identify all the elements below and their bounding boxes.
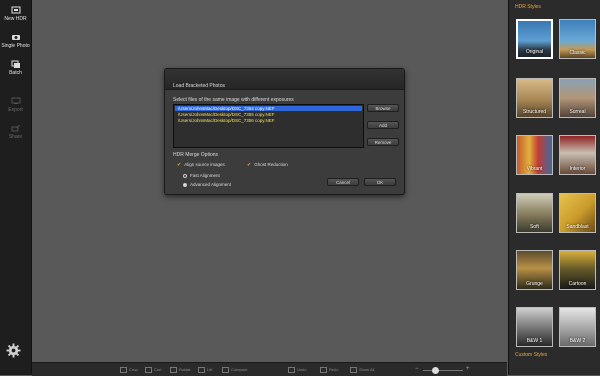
redo-button[interactable]: Redo: [320, 367, 339, 373]
ghost-reduction-checkbox[interactable]: ✔ Ghost Reduction: [247, 162, 288, 168]
style-thumb-structured[interactable]: Structured: [516, 78, 553, 118]
ok-button[interactable]: OK: [364, 178, 396, 186]
style-thumb-sandblast[interactable]: Sandblast: [559, 193, 596, 233]
style-thumb-bw2[interactable]: B&W 2: [559, 307, 596, 347]
align-source-checkbox[interactable]: ✔ Align source images: [177, 162, 225, 168]
toolbar-label: Rotate: [179, 367, 191, 373]
zoom-slider-handle[interactable]: [432, 367, 439, 374]
toolbar-label: Compare: [231, 367, 248, 373]
style-label: Soft: [530, 224, 539, 230]
sidebar-item-export[interactable]: Export: [0, 97, 31, 113]
lift-icon: [198, 367, 205, 373]
file-list[interactable]: /Users/JohnsMac/Desktop/DSC_7354 copy.NE…: [173, 104, 364, 148]
crop-icon: [120, 367, 127, 373]
style-label: Original: [525, 49, 544, 55]
style-label: Sandblast: [566, 224, 589, 230]
undo-button[interactable]: Undo: [288, 367, 307, 373]
rotate-icon: [170, 367, 177, 373]
style-thumb-soft[interactable]: Soft: [516, 193, 553, 233]
sidebar-item-single-photo[interactable]: Single Photo: [0, 33, 31, 49]
style-thumb-original[interactable]: Original: [516, 19, 553, 59]
style-thumb-interior[interactable]: Interior: [559, 135, 596, 175]
style-label: Interior: [569, 166, 586, 172]
redo-icon: [320, 367, 327, 373]
style-label: Vibrant: [526, 166, 543, 172]
list-item[interactable]: /Users/JohnsMac/Desktop/DSC_7354 copy.NE…: [175, 106, 362, 111]
toolbar-label: Undo: [297, 367, 307, 373]
fast-alignment-label: Fast Alignment: [190, 173, 220, 178]
style-thumb-grunge[interactable]: Grunge: [516, 250, 553, 290]
align-source-label: Align source images: [184, 162, 225, 167]
style-thumb-cartoon[interactable]: Cartoon: [559, 250, 596, 290]
sidebar-item-label: Batch: [9, 70, 22, 76]
dialog-title: Load Bracketed Photos: [173, 83, 225, 89]
ghost-reduction-label: Ghost Reduction: [254, 162, 288, 167]
dialog-title-bar: Load Bracketed Photos: [165, 69, 404, 90]
show-all-icon: [350, 367, 357, 373]
style-label: B&W 1: [526, 338, 543, 344]
style-label: Structured: [522, 109, 547, 115]
compare-button[interactable]: Compare: [222, 367, 247, 373]
crop-button[interactable]: Crop: [120, 367, 138, 373]
dialog-instructions: Select files of the same image with diff…: [173, 97, 294, 103]
advanced-alignment-radio[interactable]: Advanced Alignment: [183, 182, 231, 187]
radio-empty-icon: [183, 173, 187, 178]
style-label: Grunge: [526, 281, 543, 287]
style-label: B&W 2: [569, 338, 586, 344]
remove-button[interactable]: Remove: [367, 138, 399, 146]
toolbar-label: Show All: [359, 367, 375, 373]
zoom-slider[interactable]: [423, 370, 463, 371]
toolbar-label: Redo: [329, 367, 339, 373]
toolbar-label: Crop: [129, 367, 138, 373]
bottom-toolbar: Crop Curl Rotate Lift Compare Undo Redo …: [32, 362, 507, 376]
load-bracketed-dialog: Load Bracketed Photos Select files of th…: [164, 68, 405, 195]
hdr-styles-panel: HDR Styles Original Classic Structured S…: [508, 0, 600, 375]
toolbar-label: Curl: [154, 367, 162, 373]
sidebar-item-label: Export: [8, 107, 23, 113]
toolbar-label: Lift: [207, 367, 213, 373]
zoom-out-icon[interactable]: −: [415, 366, 419, 372]
single-photo-icon: [11, 35, 20, 40]
list-item[interactable]: /Users/JohnsMac/Desktop/DSC_7355 copy.NE…: [175, 112, 362, 117]
share-icon: [11, 124, 20, 132]
undo-icon: [288, 367, 295, 373]
list-item[interactable]: /Users/JohnsMac/Desktop/DSC_7356 copy.NE…: [175, 118, 362, 123]
curl-icon: [145, 367, 152, 373]
advanced-alignment-label: Advanced Alignment: [190, 182, 232, 187]
new-hdr-icon: [11, 6, 20, 14]
style-label: Classic: [569, 50, 586, 56]
merge-options-title: HDR Merge Options: [173, 152, 219, 158]
custom-styles-header[interactable]: Custom Styles: [515, 352, 547, 358]
cancel-button[interactable]: Cancel: [327, 178, 359, 186]
curl-button[interactable]: Curl: [145, 367, 161, 373]
sidebar-item-share[interactable]: Share: [0, 124, 31, 140]
compare-icon: [222, 367, 229, 373]
style-thumb-bw1[interactable]: B&W 1: [516, 307, 553, 347]
fast-alignment-radio[interactable]: Fast Alignment: [183, 173, 220, 178]
checkmark-icon: ✔: [177, 162, 182, 168]
rotate-button[interactable]: Rotate: [170, 367, 191, 373]
style-thumb-surreal[interactable]: Surreal: [559, 78, 596, 118]
sidebar-item-new-hdr[interactable]: New HDR: [0, 6, 31, 22]
style-thumb-classic[interactable]: Classic: [559, 19, 596, 59]
export-icon: [11, 97, 20, 104]
style-label: Surreal: [569, 109, 586, 115]
style-label: Cartoon: [568, 281, 587, 287]
browse-button[interactable]: Browse: [367, 104, 399, 112]
add-button[interactable]: Add: [367, 121, 399, 129]
batch-icon: [11, 60, 20, 68]
checkmark-icon: ✔: [247, 162, 252, 168]
left-sidebar: New HDR Single Photo Batch Export Share: [0, 0, 32, 375]
sidebar-item-label: Share: [8, 134, 23, 140]
lift-button[interactable]: Lift: [198, 367, 212, 373]
sidebar-item-batch[interactable]: Batch: [0, 60, 31, 76]
zoom-in-icon[interactable]: +: [466, 366, 470, 372]
panel-title: HDR Styles: [515, 4, 541, 10]
radio-selected-icon: [183, 182, 187, 187]
gear-icon[interactable]: [6, 343, 21, 358]
show-all-button[interactable]: Show All: [350, 367, 374, 373]
sidebar-item-label: Single Photo: [1, 43, 30, 49]
style-thumb-vibrant[interactable]: Vibrant: [516, 135, 553, 175]
sidebar-item-label: New HDR: [4, 16, 27, 22]
